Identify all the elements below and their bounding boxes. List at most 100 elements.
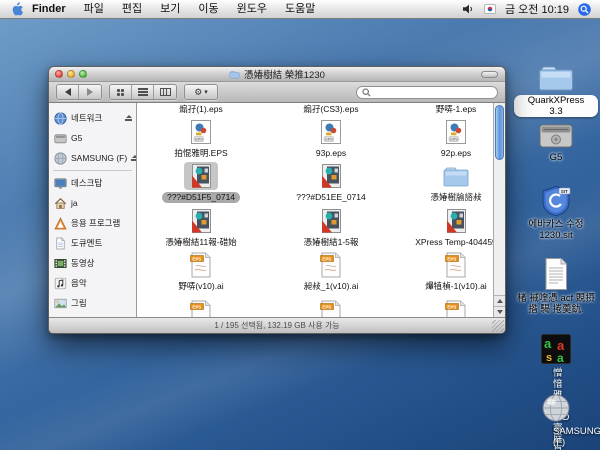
- file-item-selected[interactable]: ???#D51F5_0714: [146, 162, 256, 203]
- close-button[interactable]: [55, 70, 63, 78]
- menu-view[interactable]: 보기: [151, 0, 189, 18]
- illustrator-ai-file-icon: EPS: [190, 252, 212, 278]
- file-item[interactable]: 憑媋樹結11報-碏始: [146, 207, 256, 248]
- menu-file[interactable]: 파일: [75, 0, 113, 18]
- sidebar-item-label: 동영상: [71, 257, 94, 269]
- sidebar-item-home[interactable]: ja: [49, 193, 136, 213]
- folder-proxy-icon[interactable]: [229, 70, 240, 79]
- folder-icon: [442, 164, 470, 189]
- list-view-button[interactable]: [132, 85, 154, 99]
- sidebar-item-label: SAMSUNG (F): [71, 153, 127, 163]
- menu-go[interactable]: 이동: [189, 0, 227, 18]
- desktop-icon-g5-disk[interactable]: G5: [514, 122, 598, 163]
- sidebar-item-desktop[interactable]: 데스크탑: [49, 173, 136, 193]
- sidebar-item-pictures[interactable]: 그림: [49, 293, 136, 313]
- quark-document-icon: [318, 163, 344, 189]
- input-menu-korean-flag-icon[interactable]: [484, 4, 496, 14]
- back-button[interactable]: [57, 85, 79, 99]
- eject-icon[interactable]: [131, 155, 136, 161]
- scroll-up-icon: [497, 299, 503, 303]
- file-item[interactable]: 野哢-1.eps: [401, 104, 505, 115]
- menu-bar: Finder 파일 편집 보기 이동 윈도우 도움말 금 오전 10:19: [0, 0, 600, 19]
- folder-icon: [537, 63, 575, 93]
- sidebar-item-label: 네트워크: [71, 112, 102, 124]
- external-volume-icon: [54, 152, 67, 165]
- network-globe-icon: [54, 112, 67, 125]
- sidebar-item-applications[interactable]: 응용 프로그램: [49, 213, 136, 233]
- file-item-partial[interactable]: EPS: [146, 299, 256, 317]
- forward-button[interactable]: [79, 85, 101, 99]
- icon-view-button[interactable]: [110, 85, 132, 99]
- eject-icon[interactable]: [125, 115, 132, 121]
- file-browser-content: 煽孖(1).eps 煽孖(CS3).eps 野哢-1.eps EPS 拍惃雅明.…: [137, 103, 505, 317]
- file-item[interactable]: ???#D51EE_0714: [276, 162, 386, 203]
- quark-document-icon: [443, 208, 469, 234]
- quark-document-icon: [188, 163, 214, 189]
- zoom-button[interactable]: [79, 70, 87, 78]
- file-item[interactable]: 煽孖(CS3).eps: [276, 104, 386, 115]
- search-input[interactable]: [374, 87, 484, 97]
- network-globe-icon: [541, 393, 571, 423]
- menu-bar-clock[interactable]: 금 오전 10:19: [505, 1, 569, 17]
- photoshop-eps-file-icon: EPS: [318, 119, 344, 145]
- file-item[interactable]: EPS 拍惃雅明.EPS: [146, 118, 256, 159]
- desktop-icon-samsung-volume[interactable]: SAMSUNG (F): [514, 393, 598, 433]
- sidebar-item-samsung[interactable]: SAMSUNG (F): [49, 148, 136, 168]
- sidebar-item-movies[interactable]: 동영상: [49, 253, 136, 273]
- photoshop-eps-file-icon: EPS: [188, 119, 214, 145]
- svg-text:EPS: EPS: [325, 138, 333, 142]
- spotlight-icon[interactable]: [578, 3, 591, 16]
- file-item[interactable]: 憑媋樹結1-5報: [276, 207, 386, 248]
- menu-edit[interactable]: 편집: [113, 0, 151, 18]
- scroll-up-button[interactable]: [494, 295, 505, 306]
- illustrator-ai-file-icon: EPS: [320, 252, 342, 278]
- svg-text:EPS: EPS: [192, 256, 201, 261]
- svg-text:EPS: EPS: [447, 256, 456, 261]
- status-bar: 1 / 195 선택됨, 132.19 GB 사용 가능: [49, 317, 505, 333]
- icon-view-icon: [117, 89, 124, 96]
- chevron-down-icon: ▾: [204, 88, 208, 96]
- sidebar-item-network[interactable]: 네트워크: [49, 108, 136, 128]
- home-icon: [54, 197, 67, 210]
- desktop-icon-quarkxpress-folder[interactable]: QuarkXPress 3.3: [514, 63, 598, 117]
- scrollbar-thumb[interactable]: [495, 105, 504, 160]
- scroll-down-button[interactable]: [494, 306, 505, 317]
- svg-text:EPS: EPS: [195, 138, 203, 142]
- action-gear-button[interactable]: ⚙ ▾: [185, 85, 217, 99]
- desktop-icon-asia-cid-font[interactable]: aasa 憎愔雅欥CID 寰庭直樝: [514, 333, 598, 375]
- menu-window[interactable]: 윈도우: [228, 0, 276, 18]
- apple-menu-icon[interactable]: [9, 2, 25, 16]
- sidebar-item-documents[interactable]: 도큐멘트: [49, 233, 136, 253]
- svg-text:EPS: EPS: [322, 304, 331, 309]
- file-item[interactable]: EPS 昶敊_1(v10).ai: [276, 251, 386, 292]
- file-item-partial[interactable]: EPS: [401, 299, 505, 317]
- file-item-partial[interactable]: EPS: [276, 299, 386, 317]
- desktop-icon-acf-document[interactable]: 楮 裓喹憑 acf 覞摂揝 騔 捲羮釚.: [514, 257, 598, 315]
- window-title-bar[interactable]: 憑媋樹結 榮推1230: [49, 67, 505, 82]
- file-item[interactable]: EPS 爗犆楨-1(v10).ai: [401, 251, 505, 292]
- resize-grip[interactable]: [492, 320, 504, 332]
- file-item[interactable]: 煽孖(1).eps: [146, 104, 256, 115]
- file-item[interactable]: EPS 92p.eps: [401, 118, 505, 159]
- music-icon: [54, 277, 67, 290]
- vertical-scrollbar[interactable]: [493, 103, 505, 317]
- sidebar-item-music[interactable]: 음악: [49, 273, 136, 293]
- file-item[interactable]: 憑媋樹牏諮敊: [401, 162, 505, 203]
- column-view-button[interactable]: [154, 85, 176, 99]
- photoshop-eps-file-icon: EPS: [443, 119, 469, 145]
- sidebar-item-g5[interactable]: G5: [49, 128, 136, 148]
- movies-icon: [54, 257, 67, 270]
- desktop-icon-sit-archive[interactable]: SIT 에바카스 수정1230.sit: [514, 185, 598, 241]
- minimize-button[interactable]: [67, 70, 75, 78]
- svg-text:a: a: [557, 351, 564, 365]
- menu-help[interactable]: 도움말: [276, 0, 324, 18]
- hard-disk-icon: [538, 122, 574, 150]
- file-item[interactable]: XPress Temp-404459: [401, 207, 505, 248]
- menu-finder[interactable]: Finder: [25, 0, 75, 18]
- toolbar-toggle-pill-button[interactable]: [481, 71, 498, 78]
- gear-icon: ⚙: [194, 87, 202, 98]
- file-item[interactable]: EPS 野哢(v10).ai: [146, 251, 256, 292]
- search-field[interactable]: [356, 86, 498, 99]
- file-item[interactable]: EPS 93p.eps: [276, 118, 386, 159]
- volume-icon[interactable]: [462, 4, 475, 14]
